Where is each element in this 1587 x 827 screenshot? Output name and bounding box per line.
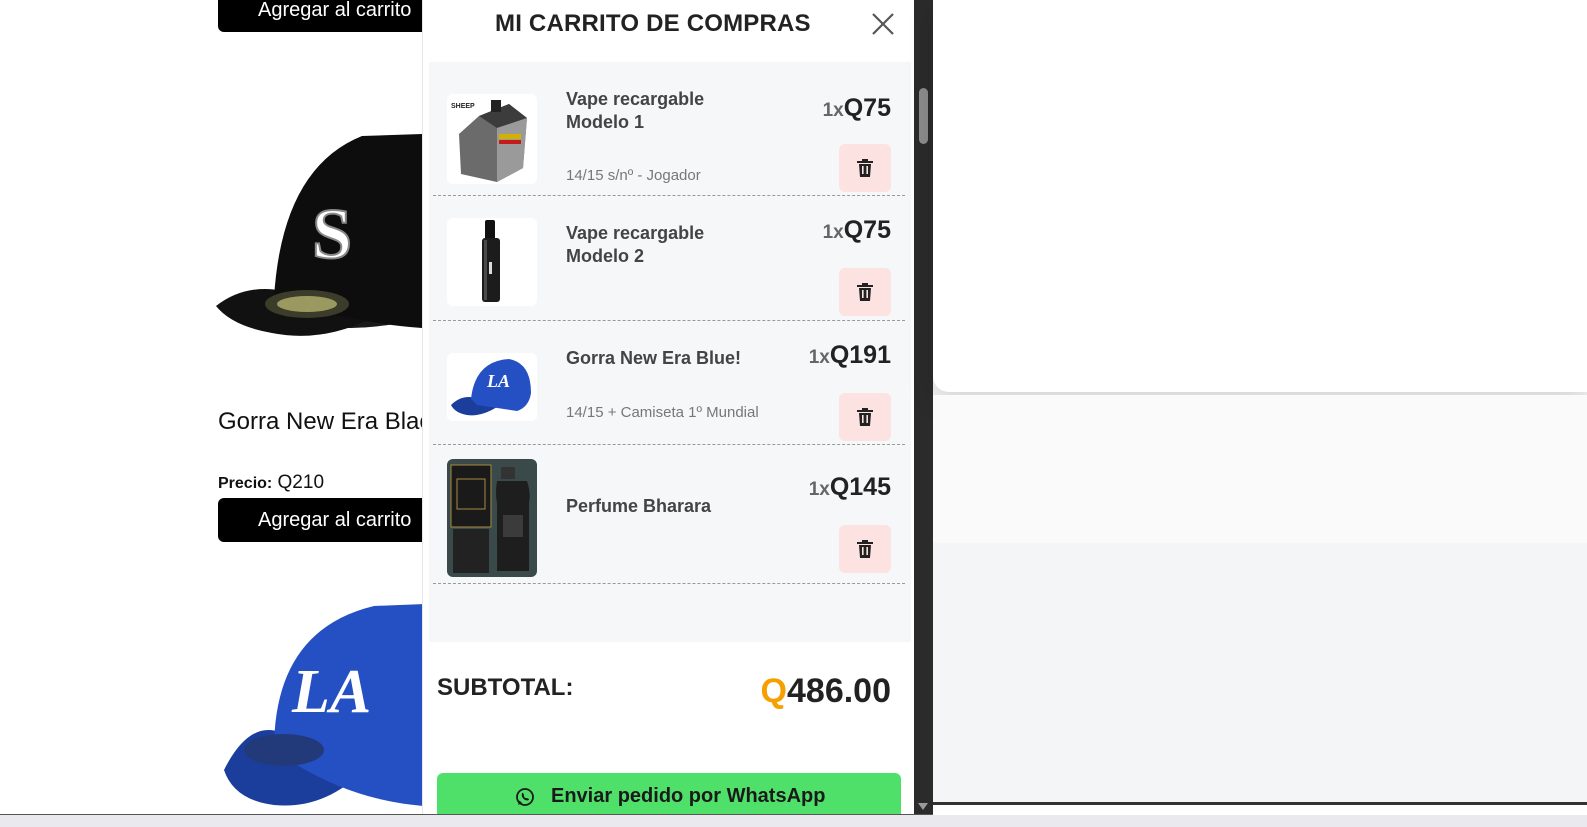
cart-item: Perfume Bharara 1xQ145 — [433, 445, 905, 584]
remove-item-button[interactable] — [839, 144, 891, 192]
trash-icon — [857, 540, 873, 558]
item-qty: 1x — [808, 347, 830, 368]
item-thumbnail — [447, 459, 537, 577]
item-qty: 1x — [822, 100, 844, 121]
item-name: Vape recargable Modelo 1 — [566, 89, 705, 132]
vape-product-image: SHEEP — [447, 94, 537, 184]
item-name: Perfume Bharara — [566, 496, 712, 516]
bottom-bar — [0, 815, 1587, 827]
cart-title: MI CARRITO DE COMPRAS — [495, 10, 811, 37]
item-price: 1xQ75 — [823, 94, 891, 123]
right-band — [933, 395, 1587, 543]
item-qty: 1x — [822, 222, 844, 243]
svg-text:SHEEP: SHEEP — [451, 103, 475, 110]
send-whatsapp-button[interactable]: Enviar pedido por WhatsApp — [437, 773, 901, 815]
close-button[interactable] — [869, 10, 897, 38]
add-to-cart-button[interactable]: Agregar al carrito — [218, 498, 422, 542]
whatsapp-icon — [516, 788, 534, 806]
right-panel — [933, 0, 1587, 805]
item-variant: 14/15 s/nº - Jogador — [566, 167, 701, 184]
trash-icon — [857, 283, 873, 301]
item-thumbnail: SHEEP — [447, 94, 537, 184]
price-label: Precio: — [218, 475, 273, 492]
cart-item: Vape recargable Modelo 2 1xQ75 — [433, 196, 905, 321]
whatsapp-button-label: Enviar pedido por WhatsApp — [551, 785, 826, 807]
item-thumbnail — [447, 218, 537, 306]
item-amount: Q75 — [843, 216, 891, 244]
item-thumbnail: LA — [447, 353, 537, 421]
subtotal-label: SUBTOTAL: — [437, 674, 574, 701]
cart-drawer: MI CARRITO DE COMPRAS SHEEP Vape recarga… — [422, 0, 915, 815]
product-price: Precio: Q210 — [218, 472, 324, 494]
item-amount: Q75 — [843, 94, 891, 122]
vape-product-image — [447, 218, 537, 306]
item-amount: Q145 — [829, 473, 891, 501]
scroll-down-arrow-icon[interactable] — [918, 803, 928, 810]
cart-items-list: SHEEP Vape recargable Modelo 1 14/15 s/n… — [429, 62, 911, 642]
blue-cap-product-image: LA — [447, 353, 537, 421]
trash-icon — [857, 159, 873, 177]
subtotal-currency: Q — [760, 672, 787, 710]
trash-icon — [857, 408, 873, 426]
item-amount: Q191 — [829, 341, 891, 369]
vertical-scrollbar[interactable] — [914, 0, 933, 815]
black-cap-image: S — [216, 134, 422, 336]
item-name: Vape recargable Modelo 2 — [566, 223, 705, 266]
price-value: Q210 — [277, 472, 325, 493]
remove-item-button[interactable] — [839, 268, 891, 316]
product-name: Gorra New Era Black — [218, 408, 422, 435]
cart-item: SHEEP Vape recargable Modelo 1 14/15 s/n… — [433, 62, 905, 196]
item-price: 1xQ191 — [809, 341, 891, 370]
svg-text:LA: LA — [291, 658, 371, 726]
perfume-product-image — [447, 459, 537, 577]
svg-text:LA: LA — [486, 371, 510, 391]
item-price: 1xQ145 — [809, 473, 891, 502]
add-to-cart-button[interactable]: Agregar al carrito — [218, 0, 422, 32]
item-price: 1xQ75 — [823, 216, 891, 245]
cart-item: LA Gorra New Era Blue! 14/15 + Camiseta … — [433, 321, 905, 445]
divider — [933, 802, 1587, 805]
blue-cap-image: LA — [224, 604, 422, 806]
scrollbar-thumb[interactable] — [919, 88, 928, 144]
close-icon — [872, 13, 894, 35]
svg-text:S: S — [312, 194, 352, 274]
subtotal-value: Q486.00 — [761, 672, 891, 711]
item-name: Gorra New Era Blue! — [566, 348, 742, 368]
subtotal-amount: 486.00 — [787, 672, 891, 710]
remove-item-button[interactable] — [839, 393, 891, 441]
store-page: Agregar al carrito S Gorra New Era Black… — [0, 0, 422, 827]
remove-item-button[interactable] — [839, 525, 891, 573]
item-qty: 1x — [808, 479, 830, 500]
item-variant: 14/15 + Camiseta 1º Mundial — [566, 404, 759, 421]
right-card — [933, 0, 1587, 392]
